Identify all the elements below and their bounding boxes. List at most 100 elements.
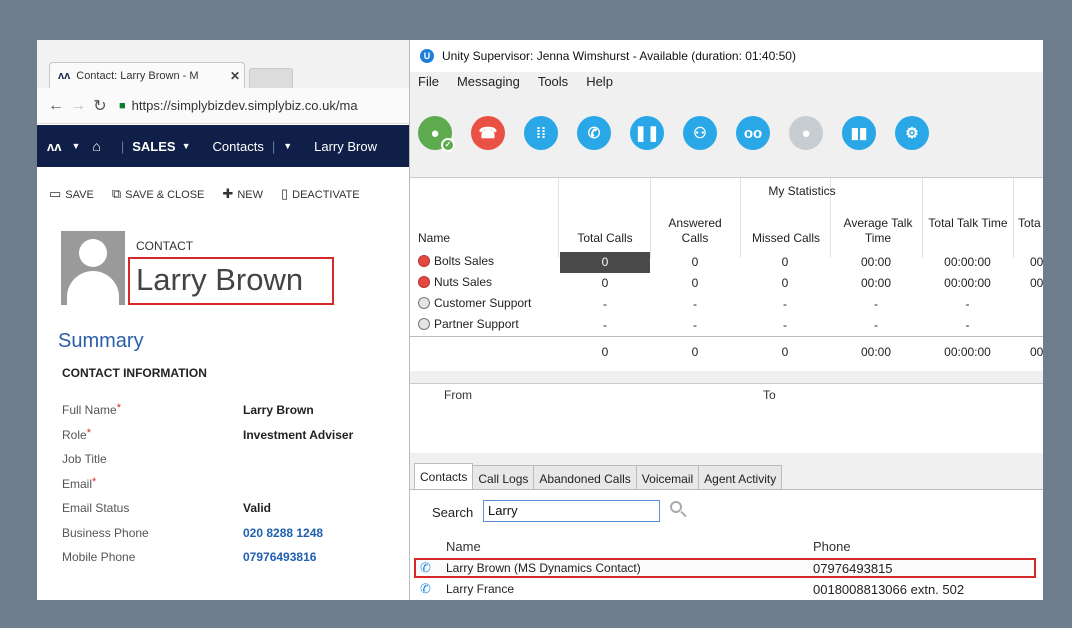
cell-total-calls: 0 bbox=[560, 252, 650, 273]
cell-total-talk: 00:00:00 bbox=[944, 255, 991, 269]
statistics-icon[interactable]: ▮▮ bbox=[842, 116, 876, 150]
unity-logo-icon: U bbox=[420, 49, 434, 63]
conference-icon[interactable]: ⚇ bbox=[683, 116, 717, 150]
hangup-icon[interactable]: ☎ bbox=[471, 116, 505, 150]
col-header-average-talk-time[interactable]: Average Talk Time bbox=[834, 216, 922, 246]
nav-contacts[interactable]: Contacts bbox=[213, 139, 264, 154]
tab-abandoned-calls[interactable]: Abandoned Calls bbox=[533, 465, 637, 492]
cell-total-talk: - bbox=[965, 318, 970, 332]
contact-phone: 0018008813066 extn. 502 bbox=[813, 582, 965, 597]
cell-avg-talk: - bbox=[874, 318, 878, 332]
save-label: SAVE bbox=[65, 189, 94, 201]
cell-answered: - bbox=[693, 318, 697, 332]
microphone-icon[interactable]: ● bbox=[789, 116, 823, 150]
menu-messaging[interactable]: Messaging bbox=[457, 74, 520, 89]
cell-missed: - bbox=[783, 297, 787, 311]
col-header-total-cut[interactable]: Tota bbox=[1018, 216, 1043, 231]
search-label: Search bbox=[432, 505, 474, 520]
field-full-name[interactable]: Full Name* Larry Brown bbox=[62, 398, 402, 423]
col-header-to[interactable]: To bbox=[763, 388, 776, 402]
contacts-pane: Search Larry Name Phone ✆ Larry Brown (M… bbox=[410, 489, 1043, 600]
cell-avg-talk: 00:00 bbox=[860, 276, 892, 290]
queue-name: Partner Support bbox=[434, 317, 519, 331]
col-header-contact-phone[interactable]: Phone bbox=[813, 539, 851, 554]
search-icon[interactable] bbox=[668, 499, 690, 521]
save-button[interactable]: ▭ SAVE bbox=[49, 186, 94, 202]
field-value-link[interactable]: 020 8288 1248 bbox=[243, 526, 323, 540]
chevron-down-icon[interactable]: ▼ bbox=[182, 141, 191, 151]
field-value-link[interactable]: 07976493816 bbox=[243, 550, 316, 564]
url-field[interactable]: https://simplybizdev.simplybiz.co.uk/ma bbox=[132, 98, 358, 113]
agent-status-icon[interactable]: ● ✓ bbox=[418, 116, 455, 152]
list-item[interactable]: ✆ Larry Brown (MS Dynamics Contact) 0797… bbox=[414, 558, 1036, 578]
menu-help[interactable]: Help bbox=[586, 74, 613, 89]
deactivate-button[interactable]: ▯ DEACTIVATE bbox=[281, 186, 360, 202]
crm-nav-bar: ʌʌ ▼ ⌂ | SALES ▼ Contacts | ▼ Larry Brow bbox=[37, 125, 409, 167]
new-tab-button[interactable] bbox=[249, 68, 293, 88]
transfer-call-icon[interactable]: ✆ bbox=[577, 116, 611, 150]
total-total-talk: 00:00:00 bbox=[944, 345, 991, 359]
deactivate-icon: ▯ bbox=[280, 186, 289, 201]
field-job-title[interactable]: Job Title bbox=[62, 447, 402, 472]
back-arrow-icon[interactable]: ← bbox=[45, 97, 67, 115]
phone-icon[interactable]: ✆ bbox=[420, 581, 431, 597]
required-marker: * bbox=[92, 475, 97, 488]
tab-contacts[interactable]: Contacts bbox=[414, 463, 474, 490]
contact-name-heading: Larry Brown bbox=[128, 257, 334, 305]
hold-icon[interactable]: ❚❚ bbox=[630, 116, 664, 150]
dynamics-logo-icon[interactable]: ʌʌ bbox=[47, 139, 61, 154]
totals-row: 0 0 0 00:00 00:00:00 00 bbox=[410, 342, 1043, 363]
col-header-name[interactable]: Name bbox=[418, 231, 450, 246]
section-title: CONTACT INFORMATION bbox=[62, 366, 207, 380]
menu-file[interactable]: File bbox=[418, 74, 439, 89]
field-role[interactable]: Role* Investment Adviser bbox=[62, 423, 402, 448]
dialpad-icon[interactable]: ⁞⁞ bbox=[524, 116, 558, 150]
reload-icon[interactable]: ↻ bbox=[89, 96, 111, 116]
field-email[interactable]: Email* bbox=[62, 472, 402, 497]
col-header-from[interactable]: From bbox=[444, 388, 472, 402]
table-row[interactable]: Nuts Sales 0 0 0 00:00 00:00:00 00 bbox=[410, 273, 1043, 294]
tab-agent-activity[interactable]: Agent Activity bbox=[698, 465, 783, 492]
field-email-status[interactable]: Email Status Valid bbox=[62, 496, 402, 521]
settings-gear-icon[interactable]: ⚙ bbox=[895, 116, 929, 150]
save-close-button[interactable]: ⧉ SAVE & CLOSE bbox=[112, 186, 205, 202]
home-icon[interactable]: ⌂ bbox=[92, 138, 100, 154]
search-input[interactable]: Larry bbox=[483, 500, 660, 522]
field-business-phone[interactable]: Business Phone 020 8288 1248 bbox=[62, 521, 402, 546]
close-icon[interactable]: ✕ bbox=[226, 69, 244, 83]
voicemail-icon[interactable]: oo bbox=[736, 116, 770, 150]
chevron-down-icon[interactable]: ▼ bbox=[283, 141, 292, 151]
totals-divider bbox=[410, 336, 1043, 337]
forward-arrow-icon[interactable]: → bbox=[67, 97, 89, 115]
col-header-missed-calls[interactable]: Missed Calls bbox=[742, 231, 830, 246]
table-row[interactable]: Customer Support - - - - - bbox=[410, 294, 1043, 315]
available-check-icon: ✓ bbox=[441, 138, 455, 152]
col-header-total-talk-time[interactable]: Total Talk Time bbox=[926, 216, 1010, 231]
field-mobile-phone[interactable]: Mobile Phone 07976493816 bbox=[62, 545, 402, 570]
tab-call-logs[interactable]: Call Logs bbox=[472, 465, 535, 492]
required-marker: * bbox=[86, 426, 91, 439]
menu-bar: File Messaging Tools Help bbox=[418, 74, 613, 89]
table-row[interactable]: Bolts Sales 0 0 0 00:00 00:00:00 00 bbox=[410, 252, 1043, 273]
table-row[interactable]: Partner Support - - - - - bbox=[410, 315, 1043, 336]
new-button[interactable]: ✚ NEW bbox=[222, 186, 263, 202]
phone-icon[interactable]: ✆ bbox=[420, 560, 431, 576]
call-list-table: From To bbox=[410, 383, 1043, 453]
menu-tools[interactable]: Tools bbox=[538, 74, 568, 89]
field-value[interactable]: Valid bbox=[243, 501, 271, 515]
statistics-title: My Statistics bbox=[768, 184, 836, 198]
browser-tab-contact[interactable]: ʌʌ Contact: Larry Brown - M ✕ bbox=[49, 62, 245, 88]
cell-total-cut: 00 bbox=[1030, 255, 1043, 269]
nav-record[interactable]: Larry Brow bbox=[314, 139, 377, 154]
chevron-down-icon[interactable]: ▼ bbox=[71, 141, 80, 151]
col-header-contact-name[interactable]: Name bbox=[446, 539, 481, 554]
tab-voicemail[interactable]: Voicemail bbox=[635, 465, 700, 492]
field-value[interactable]: Larry Brown bbox=[243, 403, 314, 417]
list-item[interactable]: ✆ Larry France 0018008813066 extn. 502 bbox=[410, 579, 1043, 599]
nav-sales[interactable]: SALES bbox=[132, 139, 175, 154]
col-header-total-calls[interactable]: Total Calls bbox=[560, 231, 650, 246]
col-header-answered-calls[interactable]: Answered Calls bbox=[655, 216, 735, 246]
avatar[interactable] bbox=[61, 231, 125, 305]
crm-command-bar: ▭ SAVE ⧉ SAVE & CLOSE ✚ NEW ▯ DEACTIVATE bbox=[49, 186, 360, 202]
field-value[interactable]: Investment Adviser bbox=[243, 428, 353, 442]
